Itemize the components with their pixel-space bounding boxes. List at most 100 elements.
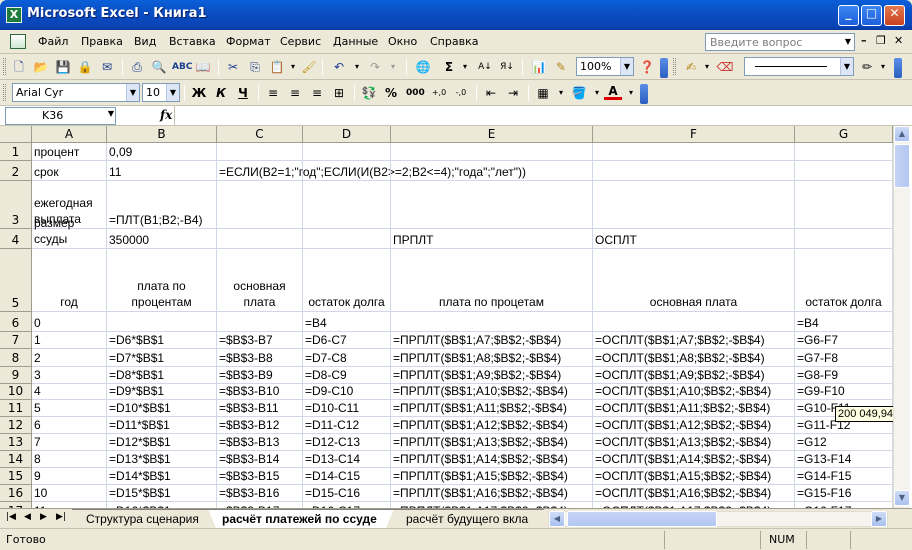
cell-b16[interactable]: =D15*$B$1 [107,485,217,502]
cell-a13[interactable]: 7 [32,434,107,451]
chevron-down-icon[interactable]: ▾ [698,58,716,76]
align-left-icon[interactable]: ≡ [264,84,282,102]
cell-a12[interactable]: 6 [32,417,107,434]
cell-e9[interactable]: =ПРПЛТ($B$1;A9;$B$2;-$B$4) [391,367,593,384]
column-header-f[interactable]: F [593,126,795,143]
cell-g3[interactable] [795,181,893,229]
menu-item-8[interactable]: Справка [430,35,478,48]
minimize-button[interactable]: _ [838,5,859,26]
chevron-down-icon[interactable]: ▾ [456,58,474,76]
cell-d11[interactable]: =D10-C11 [303,400,391,417]
toolbar-options-button[interactable] [894,58,902,78]
cell-c2[interactable]: =ЕСЛИ(B2=1;"год";ЕСЛИ(И(B2>=2;B2<=4);"го… [217,161,526,181]
cell-f12[interactable]: =ОСПЛТ($B$1;A12;$B$2;-$B$4) [593,417,795,434]
cell-e13[interactable]: =ПРПЛТ($B$1;A13;$B$2;-$B$4) [391,434,593,451]
cell-f4[interactable]: ОСПЛТ [593,229,795,249]
cell-a4[interactable]: размер ссуды [32,216,107,249]
cell-b5[interactable]: плата по процентам [107,249,217,312]
cell-b2[interactable]: 11 [107,161,217,181]
cell-e5[interactable]: плата по процетам [391,249,593,312]
format-painter-icon[interactable]: 🖌 [300,58,318,76]
sort-descending-icon[interactable]: Я↓ [498,58,516,76]
cell-g6[interactable]: =B4 [795,312,893,332]
cell-b13[interactable]: =D12*$B$1 [107,434,217,451]
cell-d13[interactable]: =D12-C13 [303,434,391,451]
cell-f9[interactable]: =ОСПЛТ($B$1;A9;$B$2;-$B$4) [593,367,795,384]
cell-c5[interactable]: основная плата [217,249,303,312]
cell-f6[interactable] [593,312,795,332]
cell-b15[interactable]: =D14*$B$1 [107,468,217,485]
save-disk-icon[interactable]: 💾 [54,58,72,76]
insert-function-icon[interactable]: fx [160,108,172,122]
cell-f2[interactable] [593,161,795,181]
doc-minimize-button[interactable]: – [861,34,867,47]
menu-item-4[interactable]: Формат [226,35,271,48]
cell-a7[interactable]: 1 [32,332,107,349]
cell-e16[interactable]: =ПРПЛТ($B$1;A16;$B$2;-$B$4) [391,485,593,502]
row-header-10[interactable]: 10 [0,384,32,400]
cell-e7[interactable]: =ПРПЛТ($B$1;A7;$B$2;-$B$4) [391,332,593,349]
excel-app-icon[interactable]: X [6,7,22,23]
copy-icon[interactable]: ⎘ [246,58,264,76]
scroll-down-icon[interactable]: ▼ [894,490,910,506]
toolbar-grip[interactable] [3,58,6,75]
cell-g5[interactable]: остаток долга [795,249,893,312]
print-preview-icon[interactable]: 🔍 [150,58,168,76]
cell-c4[interactable] [217,229,303,249]
cell-b7[interactable]: =D6*$B$1 [107,332,217,349]
cell-g7[interactable]: =G6-F7 [795,332,893,349]
chevron-down-icon[interactable]: ▼ [841,33,855,51]
horizontal-scrollbar[interactable]: ◀ ▶ [548,511,888,527]
cell-c10[interactable]: =$B$3-B10 [217,384,303,400]
cell-d16[interactable]: =D15-C16 [303,485,391,502]
column-header-g[interactable]: G [795,126,893,143]
percent-format-icon[interactable]: % [382,84,400,102]
print-icon[interactable]: ⎙ [128,58,146,76]
cell-e6[interactable] [391,312,593,332]
borders-icon[interactable]: ▦ [534,84,552,102]
row-header-3[interactable]: 3 [0,181,32,229]
cell-d7[interactable]: =D6-C7 [303,332,391,349]
open-folder-icon[interactable]: 📂 [32,58,50,76]
row-header-7[interactable]: 7 [0,332,32,349]
cell-a15[interactable]: 9 [32,468,107,485]
undo-icon[interactable]: ↶ [330,58,348,76]
font-name-select[interactable]: Arial Cyr ▼ [12,83,140,102]
cell-e2[interactable] [391,161,593,181]
cut-icon[interactable]: ✂ [224,58,242,76]
email-icon[interactable]: ✉ [98,58,116,76]
close-button[interactable]: ✕ [884,5,905,26]
line-style-select[interactable]: ▼ [744,57,854,76]
cell-c15[interactable]: =$B$3-B15 [217,468,303,485]
cell-e15[interactable]: =ПРПЛТ($B$1;A15;$B$2;-$B$4) [391,468,593,485]
toolbar-options-button[interactable] [660,58,668,78]
cell-e3[interactable] [391,181,593,229]
cell-e4[interactable]: ПРПЛТ [391,229,593,249]
help-search-input[interactable]: Введите вопрос ▼ [705,33,855,51]
cell-e12[interactable]: =ПРПЛТ($B$1;A12;$B$2;-$B$4) [391,417,593,434]
select-all-corner[interactable] [0,126,32,143]
prev-sheet-icon[interactable]: ◀ [24,512,31,522]
cell-c1[interactable] [217,143,303,161]
chevron-down-icon[interactable]: ▼ [108,109,114,118]
cell-b6[interactable] [107,312,217,332]
redo-icon[interactable]: ↷ [366,58,384,76]
cell-g16[interactable]: =G15-F16 [795,485,893,502]
cell-f7[interactable]: =ОСПЛТ($B$1;A7;$B$2;-$B$4) [593,332,795,349]
last-sheet-icon[interactable]: ▶| [56,512,66,522]
cell-g8[interactable]: =G7-F8 [795,349,893,367]
cell-d15[interactable]: =D14-C15 [303,468,391,485]
cell-b12[interactable]: =D11*$B$1 [107,417,217,434]
permission-icon[interactable]: 🔒 [76,58,94,76]
chevron-down-icon[interactable]: ▼ [620,58,633,75]
cell-e8[interactable]: =ПРПЛТ($B$1;A8;$B$2;-$B$4) [391,349,593,367]
align-right-icon[interactable]: ≡ [308,84,326,102]
workbook-icon[interactable] [10,34,26,49]
scroll-left-icon[interactable]: ◀ [549,511,565,527]
cell-f15[interactable]: =ОСПЛТ($B$1;A15;$B$2;-$B$4) [593,468,795,485]
cell-a10[interactable]: 4 [32,384,107,400]
cell-a6[interactable]: 0 [32,312,107,332]
next-sheet-icon[interactable]: ▶ [40,512,47,522]
doc-close-button[interactable]: ✕ [894,34,903,47]
increase-indent-icon[interactable]: ⇥ [504,84,522,102]
